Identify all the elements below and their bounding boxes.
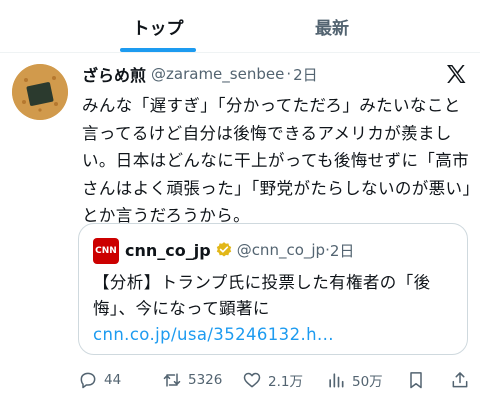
- retweet-button[interactable]: 5326: [162, 366, 222, 394]
- reply-button[interactable]: 44: [78, 366, 121, 394]
- x-logo-icon: [444, 62, 468, 86]
- separator-dot: ·: [286, 65, 292, 83]
- user-handle[interactable]: @zarame_senbee: [151, 65, 284, 83]
- quoted-time[interactable]: 2日: [330, 240, 355, 261]
- views-button[interactable]: 50万: [326, 366, 383, 394]
- heart-icon: [243, 372, 261, 388]
- retweet-icon: [163, 373, 181, 387]
- tweet-time[interactable]: 2日: [293, 64, 318, 85]
- like-button[interactable]: 2.1万: [242, 366, 303, 394]
- quoted-text: 【分析】トランプ氏に投票した有権者の「後悔」、今になって顕著に: [93, 273, 431, 318]
- quoted-avatar[interactable]: CNN: [93, 238, 119, 264]
- timeline-tabs: トップ 最新: [0, 0, 480, 53]
- verified-badge-icon: [215, 241, 233, 259]
- quoted-text-block: 【分析】トランプ氏に投票した有権者の「後悔」、今になって顕著に cnn.co.j…: [93, 270, 459, 348]
- display-name[interactable]: ざらめ煎: [82, 62, 146, 86]
- senbei-avatar-image: [12, 64, 68, 120]
- tab-top[interactable]: トップ: [78, 0, 238, 52]
- quoted-display-name[interactable]: cnn_co_jp: [125, 241, 211, 260]
- bookmark-button[interactable]: [406, 366, 432, 394]
- tweet-actions: 44 5326 2.1万 50万: [78, 366, 472, 394]
- retweet-count: 5326: [188, 372, 223, 388]
- views-icon: [329, 373, 344, 388]
- views-count: 50万: [352, 374, 383, 390]
- reply-icon: [80, 372, 96, 389]
- tab-latest[interactable]: 最新: [252, 0, 412, 52]
- tweet-text: みんな「遅すぎ」「分かってただろ」みたいなこと言ってるけど自分は後悔できるアメリ…: [82, 96, 472, 225]
- avatar[interactable]: [12, 64, 68, 120]
- share-icon: [452, 372, 468, 388]
- quoted-handle[interactable]: @cnn_co_jp: [237, 241, 325, 259]
- like-count: 2.1万: [268, 374, 303, 390]
- bookmark-icon: [410, 372, 422, 389]
- reply-count: 44: [104, 372, 122, 388]
- quoted-tweet[interactable]: CNN cnn_co_jp @cnn_co_jp · 2日 【分析】トランプ氏に…: [78, 223, 468, 355]
- tweet-header: ざらめ煎 @zarame_senbee · 2日: [82, 62, 318, 86]
- quoted-link[interactable]: cnn.co.jp/usa/35246132.h...: [93, 325, 334, 344]
- active-tab-indicator: [120, 48, 196, 52]
- quoted-header: cnn_co_jp @cnn_co_jp · 2日: [125, 237, 354, 263]
- share-button[interactable]: [450, 366, 476, 394]
